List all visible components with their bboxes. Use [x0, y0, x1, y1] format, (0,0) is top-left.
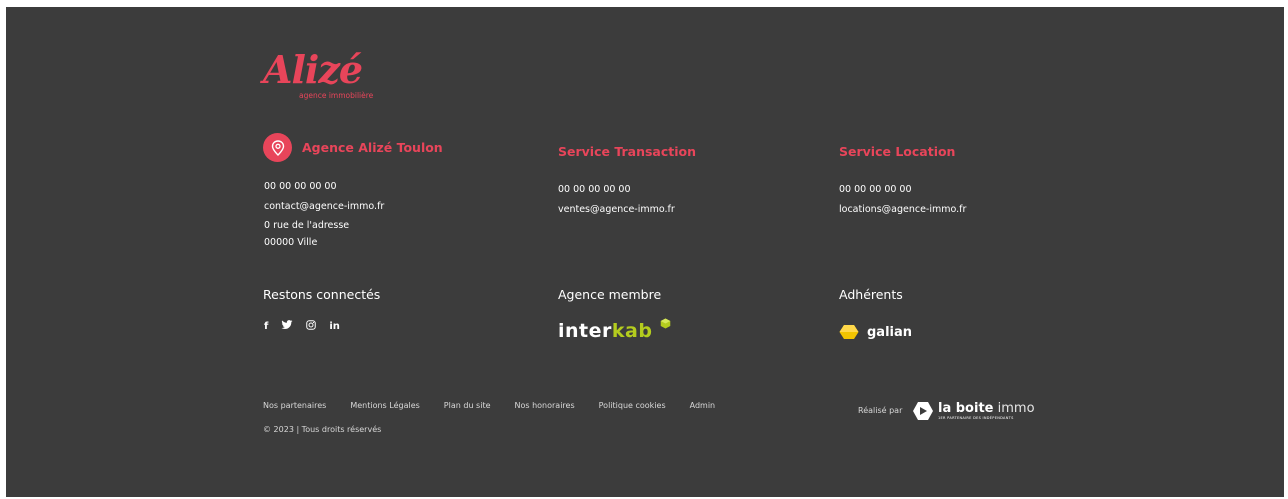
site-footer: Alizé agence immobilière Agence Alizé To… — [6, 7, 1284, 497]
footer-link-admin[interactable]: Admin — [690, 401, 716, 410]
interkab-kab: kab — [611, 320, 653, 342]
transaction-phone[interactable]: 00 00 00 00 00 — [558, 184, 631, 195]
instagram-icon[interactable] — [306, 320, 317, 334]
location-email[interactable]: locations@agence-immo.fr — [839, 204, 966, 215]
copyright: © 2023 | Tous droits réservés — [263, 425, 382, 434]
location-title: Service Location — [839, 144, 956, 159]
footer-link-cookies[interactable]: Politique cookies — [599, 401, 666, 410]
footer-link-plan[interactable]: Plan du site — [444, 401, 491, 410]
agency-title: Agence Alizé Toulon — [302, 140, 443, 155]
galian-logo[interactable]: galian — [839, 324, 912, 340]
logo-tagline: agence immobilière — [299, 91, 374, 100]
footer-link-partenaires[interactable]: Nos partenaires — [263, 401, 326, 410]
laboite-mark-icon — [913, 402, 933, 420]
adherents-title: Adhérents — [839, 287, 903, 302]
credit-prefix: Réalisé par — [858, 406, 903, 415]
laboiteimmo-logo[interactable]: la boite immo 1ER PARTENAIRE DES INDÉPEN… — [912, 401, 1035, 421]
transaction-email[interactable]: ventes@agence-immo.fr — [558, 204, 675, 215]
laboite-bold: la boite — [938, 401, 994, 416]
agency-address-line1: 0 rue de l'adresse — [264, 220, 350, 231]
footer-link-mentions[interactable]: Mentions Légales — [350, 401, 419, 410]
twitter-icon[interactable] — [281, 320, 293, 334]
interkab-inter: inter — [558, 320, 612, 342]
galian-text: galian — [867, 324, 913, 340]
facebook-icon[interactable]: f — [264, 321, 268, 333]
agency-email[interactable]: contact@agence-immo.fr — [264, 201, 384, 212]
interkab-logo[interactable]: interkab — [558, 318, 671, 342]
alize-logo[interactable]: Alizé agence immobilière — [263, 47, 403, 109]
agency-phone[interactable]: 00 00 00 00 00 — [264, 181, 337, 192]
footer-link-honoraires[interactable]: Nos honoraires — [515, 401, 575, 410]
footer-links: Nos partenaires Mentions Légales Plan du… — [263, 401, 715, 410]
location-pin-icon — [263, 133, 292, 162]
galian-mark-icon — [839, 325, 859, 339]
member-title: Agence membre — [558, 287, 662, 302]
social-links: f in — [264, 320, 340, 334]
transaction-title: Service Transaction — [558, 144, 697, 159]
location-phone[interactable]: 00 00 00 00 00 — [839, 184, 912, 195]
laboite-sub: 1ER PARTENAIRE DES INDÉPENDANTS — [938, 416, 1014, 420]
interkab-mark-icon — [660, 318, 670, 329]
linkedin-icon[interactable]: in — [329, 321, 340, 333]
laboite-immo: immo — [997, 401, 1035, 416]
logo-wordmark: Alizé — [263, 47, 363, 92]
social-title: Restons connectés — [263, 287, 381, 302]
agency-address-line2: 00000 Ville — [264, 237, 318, 248]
